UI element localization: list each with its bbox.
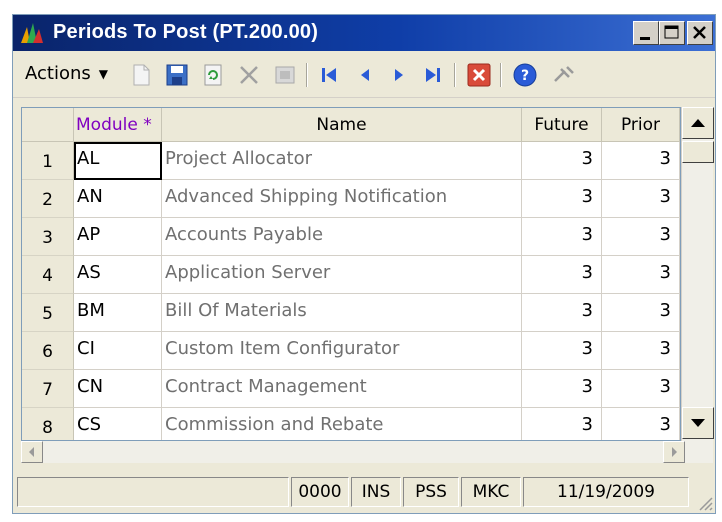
module-cell[interactable]: CI — [74, 332, 162, 370]
tools-icon[interactable] — [549, 61, 577, 89]
module-cell[interactable]: AP — [74, 218, 162, 256]
name-cell[interactable]: Project Allocator — [162, 142, 522, 180]
minimize-button[interactable] — [633, 21, 659, 45]
toolbar-separator — [454, 63, 456, 87]
refresh-icon[interactable] — [199, 61, 227, 89]
module-cell[interactable]: CN — [74, 370, 162, 408]
prior-cell[interactable]: 3 — [602, 332, 680, 370]
scroll-left-button[interactable] — [21, 441, 43, 463]
maximize-button[interactable] — [659, 21, 685, 45]
column-header-name[interactable]: Name — [162, 108, 522, 142]
future-cell[interactable]: 3 — [522, 408, 602, 440]
row-number[interactable]: 3 — [22, 218, 74, 256]
row-number[interactable]: 2 — [22, 180, 74, 218]
future-cell[interactable]: 3 — [522, 180, 602, 218]
resize-grip-icon[interactable] — [695, 493, 713, 511]
future-cell[interactable]: 3 — [522, 294, 602, 332]
new-document-icon[interactable] — [127, 61, 155, 89]
periods-to-post-window: Periods To Post (PT.200.00) Actions ▼ ? … — [12, 14, 716, 514]
help-icon[interactable]: ? — [511, 61, 539, 89]
prior-cell[interactable]: 3 — [602, 408, 680, 440]
row-number[interactable]: 8 — [22, 408, 74, 440]
module-cell[interactable]: BM — [74, 294, 162, 332]
scroll-right-button[interactable] — [663, 441, 685, 463]
cancel-icon[interactable] — [271, 61, 299, 89]
arrow-left-icon — [29, 447, 34, 457]
row-number[interactable]: 7 — [22, 370, 74, 408]
column-header-future[interactable]: Future — [522, 108, 602, 142]
name-cell[interactable]: Accounts Payable — [162, 218, 522, 256]
toolbar: Actions ▼ ? — [13, 53, 715, 98]
title-bar[interactable]: Periods To Post (PT.200.00) — [13, 15, 715, 51]
delete-icon[interactable] — [235, 61, 263, 89]
column-header-prior[interactable]: Prior — [602, 108, 680, 142]
svg-text:?: ? — [521, 68, 529, 84]
arrow-up-icon — [691, 119, 705, 127]
module-cell[interactable]: CS — [74, 408, 162, 440]
close-icon — [693, 26, 706, 39]
periods-grid: Module * Name Future Prior 1 AL Project … — [21, 107, 681, 441]
close-form-icon[interactable] — [465, 61, 493, 89]
future-cell[interactable]: 3 — [522, 370, 602, 408]
arrow-down-icon — [691, 419, 705, 427]
status-panel-user: MKC — [461, 477, 521, 507]
status-panel-date: 11/19/2009 — [523, 477, 689, 507]
module-cell[interactable]: AN — [74, 180, 162, 218]
name-cell[interactable]: Custom Item Configurator — [162, 332, 522, 370]
save-icon[interactable] — [163, 61, 191, 89]
next-record-icon[interactable] — [385, 61, 413, 89]
column-header-module[interactable]: Module * — [74, 108, 162, 142]
prior-cell[interactable]: 3 — [602, 294, 680, 332]
name-cell[interactable]: Application Server — [162, 256, 522, 294]
maximize-icon — [664, 25, 679, 39]
row-number[interactable]: 1 — [22, 142, 74, 180]
scroll-up-button[interactable] — [682, 107, 714, 139]
window-title: Periods To Post (PT.200.00) — [53, 21, 319, 43]
future-cell[interactable]: 3 — [522, 332, 602, 370]
status-bar: 0000 INS PSS MKC 11/19/2009 — [13, 471, 715, 513]
module-cell[interactable]: AS — [74, 256, 162, 294]
future-cell[interactable]: 3 — [522, 142, 602, 180]
status-panel-insert-mode: INS — [351, 477, 401, 507]
row-number[interactable]: 6 — [22, 332, 74, 370]
actions-label: Actions — [25, 63, 91, 84]
prior-cell[interactable]: 3 — [602, 218, 680, 256]
status-panel-company: 0000 — [291, 477, 349, 507]
minimize-icon — [640, 37, 650, 40]
horizontal-scrollbar[interactable] — [21, 441, 713, 463]
name-cell[interactable]: Advanced Shipping Notification — [162, 180, 522, 218]
prior-cell[interactable]: 3 — [602, 142, 680, 180]
vertical-scroll-thumb[interactable] — [682, 141, 714, 163]
name-cell[interactable]: Bill Of Materials — [162, 294, 522, 332]
prior-cell[interactable]: 3 — [602, 370, 680, 408]
last-record-icon[interactable] — [419, 61, 447, 89]
app-logo-icon — [21, 23, 43, 43]
row-number[interactable]: 5 — [22, 294, 74, 332]
status-message-panel — [17, 477, 289, 507]
row-number[interactable]: 4 — [22, 256, 74, 294]
prior-cell[interactable]: 3 — [602, 256, 680, 294]
name-cell[interactable]: Commission and Rebate — [162, 408, 522, 440]
module-cell[interactable]: AL — [74, 142, 162, 180]
future-cell[interactable]: 3 — [522, 218, 602, 256]
close-button[interactable] — [687, 21, 713, 45]
toolbar-separator — [500, 63, 502, 87]
future-cell[interactable]: 3 — [522, 256, 602, 294]
first-record-icon[interactable] — [315, 61, 343, 89]
vertical-scrollbar[interactable] — [681, 107, 714, 441]
arrow-right-icon — [672, 447, 677, 457]
toolbar-separator — [306, 63, 308, 87]
prior-cell[interactable]: 3 — [602, 180, 680, 218]
previous-record-icon[interactable] — [351, 61, 379, 89]
dropdown-arrow-icon: ▼ — [98, 67, 108, 81]
actions-menu[interactable]: Actions ▼ — [25, 63, 108, 84]
status-panel-database: PSS — [403, 477, 459, 507]
name-cell[interactable]: Contract Management — [162, 370, 522, 408]
scroll-down-button[interactable] — [682, 407, 714, 439]
row-header-corner — [22, 108, 74, 142]
